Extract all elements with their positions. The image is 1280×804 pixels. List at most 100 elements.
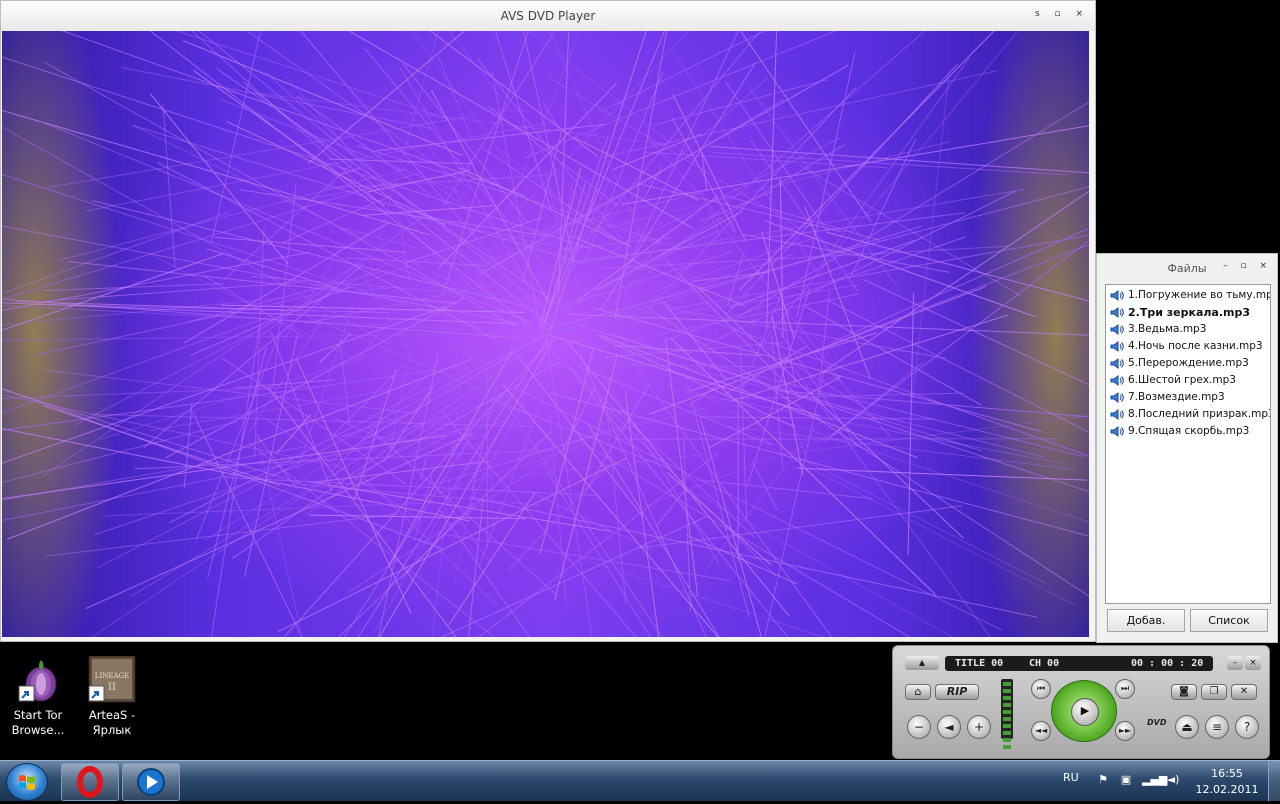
visualization-line [543,465,728,637]
eject-icon: ⏏ [1181,720,1192,734]
visualization-line [150,93,288,264]
volume-up-button[interactable]: + [967,715,991,739]
playlist-item-label: 6.Шестой грех.mp3 [1128,374,1236,386]
dvd-control-panel: ▲ TITLE 00 CH 00 00 : 00 : 20 – × ⌂ RIP … [892,645,1270,759]
opera-icon [62,764,118,800]
player-titlebar[interactable]: AVS DVD Player s ▫ × [1,1,1095,31]
speaker-icon [1110,290,1124,301]
playlist-item-label: 3.Ведьма.mp3 [1128,323,1206,335]
skip-forward-icon: ⏭ [1121,684,1129,694]
playlist-item[interactable]: 3.Ведьма.mp3 [1106,321,1270,338]
rewind-button[interactable]: ◄◄ [1031,721,1051,741]
playlist-window-controls[interactable]: – ▫ × [1223,261,1272,271]
screenshot-button[interactable]: ◙ [1171,684,1197,700]
visualization-line [2,333,539,341]
playlist-buttons: Добав. Список [1107,609,1271,633]
visualization-line [684,373,749,617]
playlist-item[interactable]: 9.Спящая скорбь.mp3 [1106,423,1270,440]
playlist-item[interactable]: 4.Ночь после казни.mp3 [1106,338,1270,355]
action-center-icon[interactable]: ⚑ [1096,773,1110,787]
fast-forward-button[interactable]: ►► [1115,721,1135,741]
lineage-icon: LINEAGE II [88,656,136,704]
visualization-line [438,55,472,137]
visualization-line [85,121,555,211]
list-button[interactable]: Список [1190,609,1268,632]
playlist-toggle-button[interactable]: ≡ [1205,715,1229,739]
desktop-icon-arteas[interactable]: LINEAGE II ArteaS - Ярлык [77,656,147,738]
player-title: AVS DVD Player [1,9,1095,23]
show-desktop-button[interactable] [1268,761,1280,801]
visualization-line [2,436,447,517]
speaker-icon: ◄ [944,720,953,734]
playlist-item[interactable]: 8.Последний призрак.mp3 [1106,406,1270,423]
clock-date: 12.02.2011 [1192,782,1262,798]
plus-icon: + [974,720,984,734]
close-button[interactable]: × [1245,656,1261,670]
network-icon[interactable]: ▂▄▆ [1142,773,1156,787]
playlist-item-label: 2.Три зеркала.mp3 [1128,306,1250,319]
mute-button[interactable]: ◄ [937,715,961,739]
home-button[interactable]: ⌂ [905,684,931,700]
eject-disc-button[interactable]: ⏏ [1175,715,1199,739]
visualization-line [645,135,736,236]
system-clock[interactable]: 16:55 12.02.2011 [1192,766,1262,798]
playlist-item[interactable]: 6.Шестой грех.mp3 [1106,372,1270,389]
video-visualization[interactable] [2,31,1089,637]
visualization-line [278,458,627,632]
time-display: 00 : 00 : 20 [1131,656,1203,671]
play-button[interactable]: ▶ [1071,698,1099,726]
prev-chapter-button[interactable]: ⏮ [1031,679,1051,699]
visualization-line [184,403,192,489]
visualization-line [767,31,778,330]
playlist-item[interactable]: 7.Возмездие.mp3 [1106,389,1270,406]
playlist[interactable]: 1.Погружение во тьму.mp3 2.Три зеркала.m… [1105,284,1271,604]
copy-button[interactable]: ❐ [1201,684,1227,700]
volume-down-button[interactable]: − [907,715,931,739]
visualization-line [713,153,1067,175]
rip-button[interactable]: RIP [935,684,979,700]
visualization-line [643,166,662,201]
taskbar: RU ⚑ ▣ ▂▄▆ ◄) 16:55 12.02.2011 [0,760,1280,801]
visualization-line [110,31,532,327]
visualization-line [45,31,524,196]
visualization-line [831,143,1089,436]
chapter-indicator: CH 00 [1029,656,1059,671]
windows-logo-icon [18,773,36,791]
visualization-line [190,286,351,356]
add-button[interactable]: Добав. [1107,609,1185,632]
speaker-icon [1110,375,1124,386]
home-icon: ⌂ [915,685,922,698]
visualization-line [576,31,781,253]
taskbar-media-player[interactable] [122,763,180,801]
language-indicator[interactable]: RU [1063,771,1079,784]
visualization-line [527,490,651,550]
volume-icon[interactable]: ◄) [1166,773,1180,787]
next-chapter-button[interactable]: ⏭ [1115,679,1135,699]
visualization-line [826,232,1089,336]
tor-onion-icon [14,656,62,704]
volume-level-bar[interactable] [1001,679,1013,739]
visualization-line [692,272,769,281]
playlist-item-current[interactable]: 2.Три зеркала.mp3 [1106,304,1270,321]
player-window-controls[interactable]: s ▫ × [1035,9,1089,19]
help-button[interactable]: ? [1235,715,1259,739]
eject-button[interactable]: ▲ [905,656,939,670]
settings-button[interactable]: ✕ [1231,684,1257,700]
playlist-item[interactable]: 1.Погружение во тьму.mp3 [1106,287,1270,304]
playlist-item[interactable]: 5.Перерождение.mp3 [1106,355,1270,372]
player-window: AVS DVD Player s ▫ × [0,0,1096,642]
visualization-line [912,69,950,404]
desktop-icon-label: ArteaS - Ярлык [89,708,135,737]
device-icon[interactable]: ▣ [1119,773,1133,787]
visualization-line [91,414,531,426]
desktop-icon-tor[interactable]: Start Tor Browse... [3,656,73,738]
visualization-line [297,301,354,470]
play-icon: ▶ [1081,704,1089,717]
minimize-button[interactable]: – [1227,656,1243,670]
visualization-line [359,31,598,157]
taskbar-opera[interactable] [61,763,119,801]
start-button[interactable] [6,763,48,801]
visualization-line [513,387,1002,630]
visualization-line [782,353,1002,637]
visualization-line [730,315,1007,401]
